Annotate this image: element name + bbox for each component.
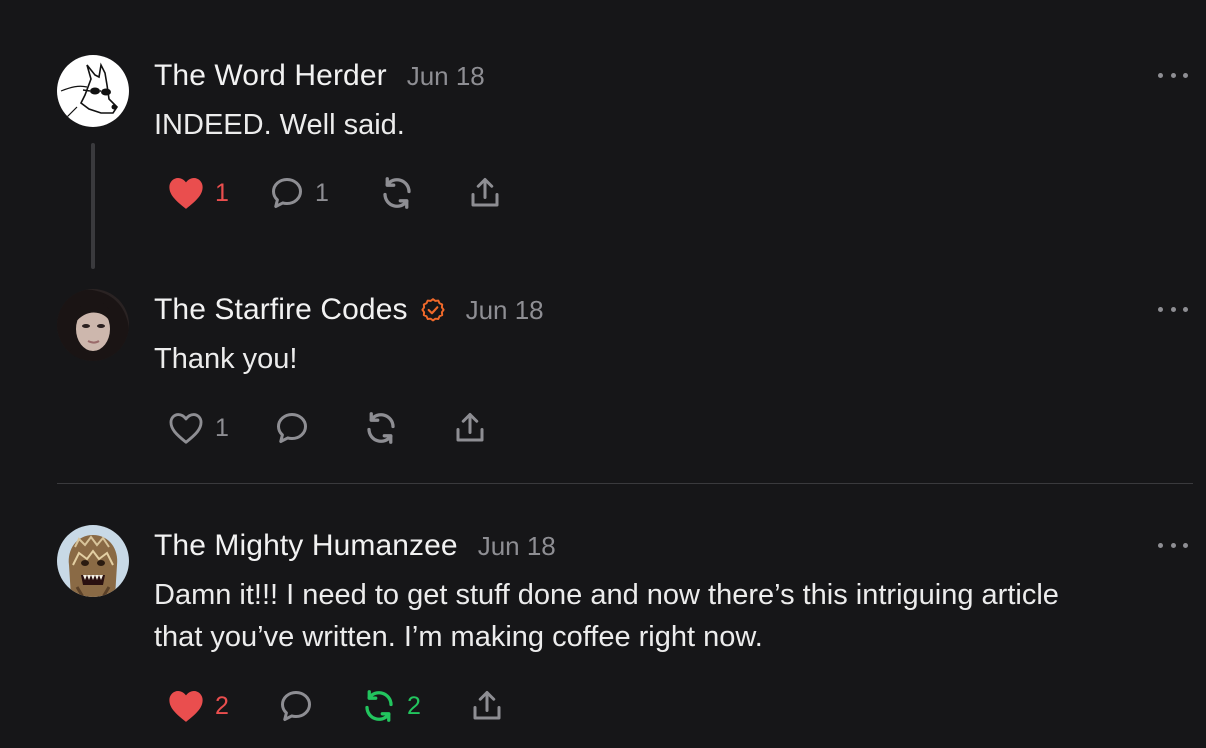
reply-button[interactable] [278,686,314,726]
comment-feed: The Word Herder Jun 18 INDEED. Well said… [0,0,1206,748]
share-icon [473,691,501,720]
dot-icon [1158,306,1163,312]
restack-icon [365,690,393,722]
share-button[interactable] [452,408,488,448]
heart-outline-icon [169,413,203,444]
comment-text-line: that you’ve written. I’m making coffee r… [154,621,763,653]
reply-button[interactable]: 1 [269,173,329,213]
dot-icon [1170,542,1176,548]
restack-icon [367,412,395,444]
more-options-button[interactable] [1158,69,1188,81]
dot-icon [1158,542,1163,548]
heart-filled-icon [169,177,203,209]
creature-mask-avatar[interactable] [57,525,129,597]
restack-count: 2 [407,691,421,720]
like-button[interactable]: 1 [167,173,229,213]
comment-bubble-icon [277,413,307,443]
comment-actions: 1 [0,408,600,448]
comment-bubble-icon [272,178,302,208]
comment-date[interactable]: Jun 18 [407,61,485,92]
author-name[interactable]: The Word Herder [154,59,387,93]
heart-filled-icon [169,690,203,722]
comment-bubble-icon [281,691,311,721]
comment-text: INDEED. Well said. [154,109,405,141]
reply-count: 1 [315,178,329,207]
restack-button[interactable]: 2 [361,686,421,726]
share-icon [456,413,484,442]
more-options-button[interactable] [1158,539,1188,551]
restack-button[interactable] [363,408,399,448]
restack-button[interactable] [379,173,415,213]
author-name[interactable]: The Mighty Humanzee [154,529,458,563]
more-options-button[interactable] [1158,303,1188,315]
comment-header: The Starfire Codes Jun 18 [154,290,544,330]
woman-portrait-avatar[interactable] [57,289,129,361]
comment-divider [57,483,1193,484]
comment-text: Thank you! [154,343,298,375]
dot-icon [1158,72,1163,78]
dot-icon [1170,72,1176,78]
comment-actions: 2 2 [0,686,600,726]
dog-with-sunglasses-avatar[interactable] [57,55,129,127]
share-icon [471,178,499,207]
dot-icon [1183,306,1188,312]
comment-text-line: Damn it!!! I need to get stuff done and … [154,579,1059,611]
verified-badge-icon [420,297,446,323]
dot-icon [1170,306,1176,312]
like-button[interactable]: 2 [167,686,229,726]
restack-icon [383,177,411,209]
dot-icon [1183,542,1188,548]
like-count: 1 [215,413,229,442]
share-button[interactable] [467,173,503,213]
share-button[interactable] [469,686,505,726]
like-count: 2 [215,691,229,720]
dot-icon [1183,72,1188,78]
comment-header: The Mighty Humanzee Jun 18 [154,526,556,566]
comment-date[interactable]: Jun 18 [478,531,556,562]
comment-header: The Word Herder Jun 18 [154,56,485,96]
like-button[interactable]: 1 [167,408,229,448]
comment-date[interactable]: Jun 18 [466,295,544,326]
comment-text: Damn it!!! I need to get stuff done and … [154,574,1154,658]
comment-actions: 1 1 [0,173,600,213]
reply-button[interactable] [274,408,310,448]
author-name[interactable]: The Starfire Codes [154,293,408,327]
like-count: 1 [215,178,229,207]
